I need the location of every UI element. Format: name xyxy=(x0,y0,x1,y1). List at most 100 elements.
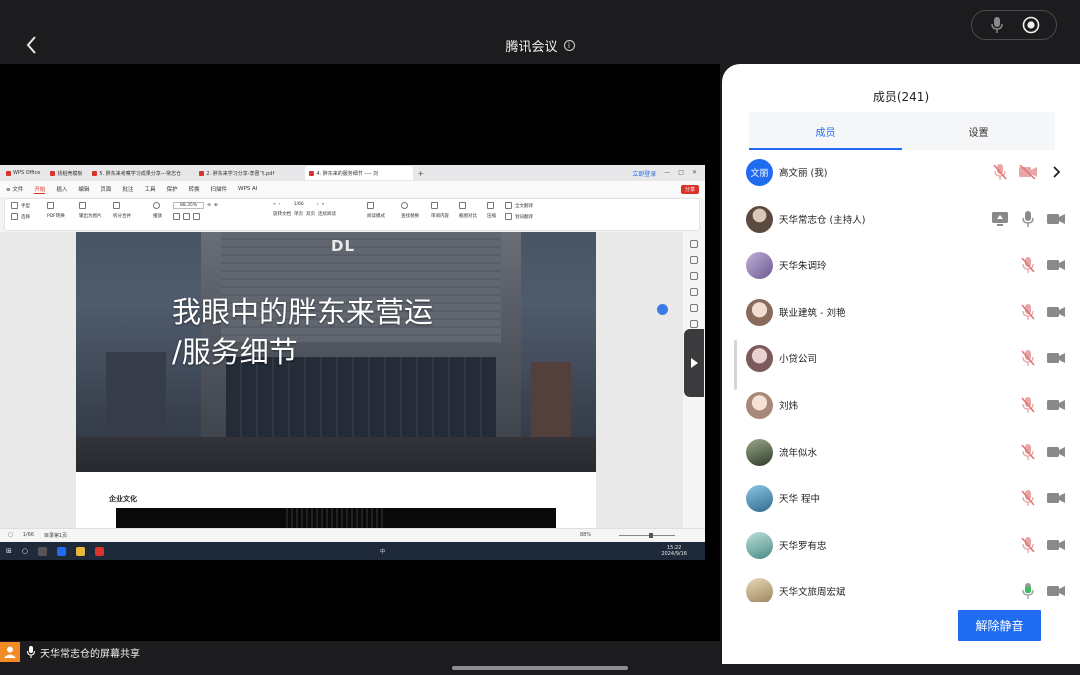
tool-icon[interactable] xyxy=(690,288,698,296)
task-view-icon[interactable] xyxy=(37,546,47,556)
screen-share-area[interactable]: WPS Office 找稻壳模板 5. 胖东来考察学习成果分享---常志仓 2.… xyxy=(0,64,720,641)
video-on-icon[interactable] xyxy=(1046,395,1066,415)
menu-tools[interactable]: 工具 xyxy=(144,185,155,193)
tool-icon[interactable] xyxy=(690,304,698,312)
video-on-icon[interactable] xyxy=(1046,488,1066,508)
mic-muted-icon[interactable] xyxy=(1018,255,1038,275)
wps-tab[interactable]: 5. 胖东来考察学习成果分享---常志仓 xyxy=(88,166,193,180)
single-page-button[interactable]: 单页 xyxy=(294,211,303,217)
video-on-icon[interactable] xyxy=(1046,581,1066,601)
zoom-out-icon[interactable]: ⊖ xyxy=(207,203,211,208)
list-item[interactable]: 流年似水 xyxy=(746,434,1066,470)
mic-muted-icon[interactable] xyxy=(1018,535,1038,555)
rotate-button[interactable]: 旋转文档 xyxy=(273,211,291,217)
mic-on-icon[interactable] xyxy=(1018,209,1038,229)
mic-muted-icon[interactable] xyxy=(1018,395,1038,415)
document-area[interactable]: DL 我眼中的胖东来营运 /服务细节 企业文化 xyxy=(0,232,705,528)
folder-icon[interactable] xyxy=(75,546,85,556)
menu-page[interactable]: 页面 xyxy=(100,185,111,193)
chevron-right-icon[interactable] xyxy=(1046,162,1066,182)
mic-active-icon[interactable] xyxy=(1018,581,1038,601)
minimize-icon[interactable]: — xyxy=(664,169,670,178)
menu-file[interactable]: ≡ 文件 xyxy=(6,185,23,193)
menu-home[interactable]: 开始 xyxy=(34,185,46,194)
continuous-read-button[interactable]: 连续阅读 xyxy=(318,211,336,217)
review-button[interactable]: 审阅内容 xyxy=(431,202,449,219)
mic-muted-icon[interactable] xyxy=(1018,302,1038,322)
meeting-title-bar[interactable]: 腾讯会议 i xyxy=(0,36,1080,55)
mic-muted-icon[interactable] xyxy=(1018,348,1038,368)
tool-icon[interactable] xyxy=(690,320,698,328)
compress-button[interactable]: 压缩 xyxy=(487,202,496,219)
list-item[interactable]: 天华文旅周宏斌 xyxy=(746,573,1066,602)
new-tab-button[interactable]: + xyxy=(417,169,424,178)
actual-size-icon[interactable] xyxy=(193,213,200,220)
sidebar-toggle-icon[interactable]: ▢ xyxy=(8,532,13,538)
wps-tab[interactable]: 找稻壳模板 xyxy=(46,166,86,180)
home-indicator[interactable] xyxy=(452,666,628,670)
close-icon[interactable]: ✕ xyxy=(692,169,697,178)
double-page-button[interactable]: 双页 xyxy=(306,211,315,217)
list-item[interactable]: 天华朱调玲 xyxy=(746,247,1066,283)
fit-width-icon[interactable] xyxy=(183,213,190,220)
mic-muted-icon[interactable] xyxy=(990,162,1010,182)
pdf-convert-button[interactable]: PDF转换 xyxy=(47,202,65,219)
video-on-icon[interactable] xyxy=(1046,255,1066,275)
next-page-icon[interactable]: › xyxy=(317,202,319,207)
first-page-icon[interactable]: « xyxy=(273,202,276,207)
list-item[interactable]: 刘炜 xyxy=(746,387,1066,423)
video-on-icon[interactable] xyxy=(1046,302,1066,322)
scrollbar[interactable] xyxy=(734,340,737,390)
menu-edit[interactable]: 编辑 xyxy=(78,185,89,193)
page-input[interactable]: 1/66 xyxy=(284,202,314,207)
export-image-button[interactable]: 输出为图片 xyxy=(79,202,102,219)
list-item[interactable]: 小贷公司 xyxy=(746,340,1066,376)
fit-icon[interactable] xyxy=(173,213,180,220)
windows-start-icon[interactable]: ⊞ xyxy=(6,547,12,555)
wps-tab[interactable]: WPS Office xyxy=(2,166,44,180)
mic-muted-icon[interactable] xyxy=(1018,442,1038,462)
menu-comment[interactable]: 批注 xyxy=(122,185,133,193)
mic-muted-icon[interactable] xyxy=(1018,488,1038,508)
crop-compare-button[interactable]: 截图对比 xyxy=(459,202,477,219)
full-translate-button[interactable]: 全文翻译 xyxy=(505,202,533,209)
menu-protect[interactable]: 保护 xyxy=(166,185,177,193)
list-item[interactable]: 天华 程中 xyxy=(746,480,1066,516)
list-item[interactable]: 联业建筑 - 刘艳 xyxy=(746,294,1066,330)
maximize-icon[interactable]: □ xyxy=(678,169,684,178)
last-page-icon[interactable]: » xyxy=(322,202,325,207)
assistant-icon[interactable] xyxy=(657,304,668,315)
share-button[interactable]: 分享 xyxy=(680,184,699,194)
status-page[interactable]: 1/66 xyxy=(23,532,34,538)
split-merge-button[interactable]: 拆分合并 xyxy=(113,202,131,219)
video-on-icon[interactable] xyxy=(1046,348,1066,368)
mic-toggle-button[interactable] xyxy=(986,14,1008,36)
taskbar-clock[interactable]: 15:22 2024/9/16 xyxy=(661,545,687,557)
menu-convert[interactable]: 转换 xyxy=(188,185,199,193)
search-icon[interactable]: ○ xyxy=(22,547,28,555)
menu-insert[interactable]: 插入 xyxy=(56,185,67,193)
zoom-input[interactable]: 88.35% xyxy=(173,202,205,209)
record-button[interactable] xyxy=(1020,14,1042,36)
video-on-icon[interactable] xyxy=(1046,442,1066,462)
play-button[interactable]: 播放 xyxy=(153,202,162,219)
info-icon[interactable]: i xyxy=(563,40,575,51)
ime-indicator[interactable]: 中 xyxy=(380,548,385,555)
video-on-icon[interactable] xyxy=(1046,209,1066,229)
tool-icon[interactable] xyxy=(690,240,698,248)
tab-settings[interactable]: 设置 xyxy=(902,112,1055,150)
list-item[interactable]: 文丽 高文丽 (我) xyxy=(746,154,1066,190)
select-tool-button[interactable]: 选择 xyxy=(11,213,30,220)
word-translate-button[interactable]: 划词翻译 xyxy=(505,213,533,220)
wps-tab-active[interactable]: 4. 胖东来的服务细节 ---- 刘 xyxy=(305,166,414,180)
menu-scan[interactable]: 扫描件 xyxy=(210,185,227,193)
find-replace-button[interactable]: 查找替换 xyxy=(401,202,419,219)
screen-share-icon[interactable] xyxy=(990,209,1010,229)
read-mode-button[interactable]: 阅读模式 xyxy=(367,202,385,219)
tab-members[interactable]: 成员 xyxy=(749,112,902,150)
login-button[interactable]: 立即登录 xyxy=(632,169,656,178)
tool-icon[interactable] xyxy=(690,256,698,264)
meeting-app-icon[interactable] xyxy=(56,546,66,556)
menu-wps-ai[interactable]: WPS AI xyxy=(238,186,257,192)
expand-panel-handle[interactable] xyxy=(684,329,704,397)
